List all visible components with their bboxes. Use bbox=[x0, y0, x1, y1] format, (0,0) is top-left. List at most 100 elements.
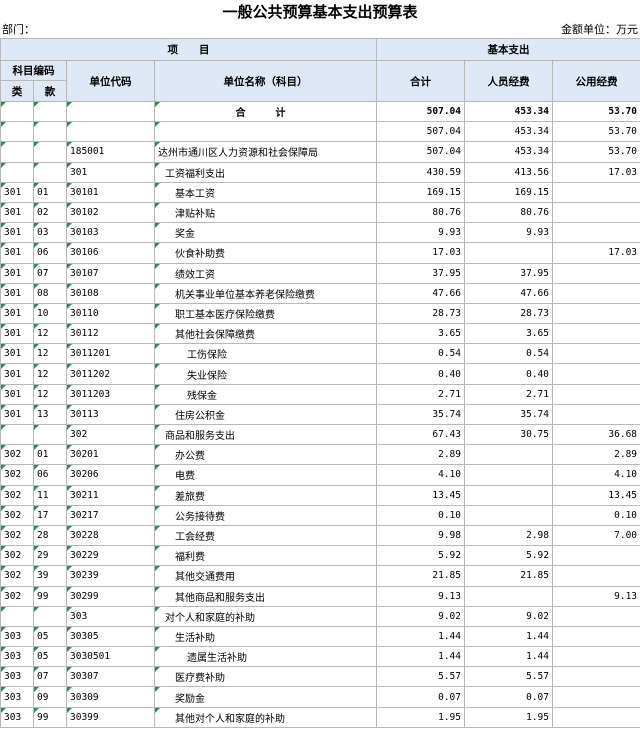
cell-unit-code: 3030501 bbox=[66, 646, 155, 668]
table-row: 301 12 30112 其他社会保障缴费 3.65 3.65 bbox=[0, 323, 640, 345]
cell-total: 21.85 bbox=[376, 565, 465, 587]
cell-total: 80.76 bbox=[376, 201, 465, 224]
cell-kuan: 05 bbox=[33, 625, 67, 648]
cell-kuan: 12 bbox=[33, 343, 67, 365]
cell-public: 53.70 bbox=[551, 100, 640, 123]
table-total-row: 合 计 507.04 453.34 53.70 bbox=[0, 100, 640, 123]
cell-personnel: 9.93 bbox=[464, 222, 553, 244]
cell-personnel: 2.71 bbox=[464, 383, 553, 405]
header-unit-name: 单位名称（科目） bbox=[154, 60, 377, 102]
cell-unit-code: 30110 bbox=[66, 302, 155, 325]
cell-unit-name: 机关事业单位基本养老保险缴费 bbox=[154, 282, 377, 304]
table-row: 302 11 30211 差旅费 13.45 13.45 bbox=[0, 484, 640, 506]
cell-unit-name: 生活补助 bbox=[154, 625, 377, 648]
cell-public bbox=[551, 605, 640, 627]
cell-unit-code: 3011202 bbox=[66, 363, 155, 385]
cell-personnel: 3.65 bbox=[464, 323, 553, 345]
cell-lei bbox=[0, 161, 34, 183]
cell-total: 4.10 bbox=[376, 464, 465, 486]
cell-kuan: 07 bbox=[33, 666, 67, 688]
cell-personnel: 35.74 bbox=[464, 403, 553, 426]
table-row: 301 工资福利支出 430.59 413.56 17.03 bbox=[0, 161, 640, 183]
cell-unit-code: 30217 bbox=[66, 504, 155, 526]
cell-unit-code: 30399 bbox=[66, 706, 155, 728]
table-row: 303 07 30307 医疗费补助 5.57 5.57 bbox=[0, 666, 640, 688]
cell-unit-code: 30101 bbox=[66, 181, 155, 203]
cell-personnel: 80.76 bbox=[464, 201, 553, 224]
cell-unit-code: 30201 bbox=[66, 444, 155, 466]
cell-public: 2.89 bbox=[551, 444, 640, 466]
cell-kuan: 12 bbox=[33, 323, 67, 345]
cell-kuan: 11 bbox=[33, 484, 67, 506]
cell-unit-name: 住房公积金 bbox=[154, 403, 377, 426]
table-row: 302 06 30206 电费 4.10 4.10 bbox=[0, 464, 640, 486]
table-row: 301 12 3011202 失业保险 0.40 0.40 bbox=[0, 363, 640, 385]
cell-unit-code: 30305 bbox=[66, 625, 155, 648]
cell-personnel bbox=[464, 484, 553, 506]
cell-lei: 301 bbox=[0, 383, 34, 405]
cell-unit-name: 对个人和家庭的补助 bbox=[154, 605, 377, 627]
cell-lei: 301 bbox=[0, 181, 34, 203]
header-personnel: 人员经费 bbox=[464, 60, 553, 102]
cell-unit-name: 工伤保险 bbox=[154, 343, 377, 365]
cell-personnel bbox=[464, 242, 553, 264]
cell-unit-name: 其他对个人和家庭的补助 bbox=[154, 706, 377, 728]
cell-kuan: 10 bbox=[33, 302, 67, 325]
cell-personnel: 0.54 bbox=[464, 343, 553, 365]
cell-total: 0.40 bbox=[376, 363, 465, 385]
cell-lei: 301 bbox=[0, 363, 34, 385]
cell-personnel: 0.07 bbox=[464, 686, 553, 708]
cell-unit-name: 职工基本医疗保险缴费 bbox=[154, 302, 377, 325]
header-kuan: 款 bbox=[33, 80, 67, 102]
cell-public: 17.03 bbox=[551, 161, 640, 183]
table-row: 302 28 30228 工会经费 9.98 2.98 7.00 bbox=[0, 524, 640, 547]
cell-total: 169.15 bbox=[376, 181, 465, 203]
table-row: 301 02 30102 津贴补贴 80.76 80.76 bbox=[0, 201, 640, 224]
cell-lei: 301 bbox=[0, 403, 34, 426]
cell-personnel bbox=[464, 464, 553, 486]
cell-personnel bbox=[464, 504, 553, 526]
cell-unit-code: 30309 bbox=[66, 686, 155, 708]
cell-total: 0.10 bbox=[376, 504, 465, 526]
cell-public bbox=[551, 323, 640, 345]
cell-personnel: 1.44 bbox=[464, 625, 553, 648]
cell-total: 37.95 bbox=[376, 262, 465, 284]
table-row: 301 08 30108 机关事业单位基本养老保险缴费 47.66 47.66 bbox=[0, 282, 640, 304]
cell-lei: 303 bbox=[0, 666, 34, 688]
cell-unit-name: 津贴补贴 bbox=[154, 201, 377, 224]
cell-total: 67.43 bbox=[376, 423, 465, 446]
page-title: 一般公共预算基本支出预算表 bbox=[222, 3, 418, 21]
cell-unit-code: 30239 bbox=[66, 565, 155, 587]
cell-unit-name: 遗属生活补助 bbox=[154, 646, 377, 668]
department-label: 部门： bbox=[2, 23, 35, 36]
cell-public bbox=[551, 383, 640, 405]
table-row: 301 01 30101 基本工资 169.15 169.15 bbox=[0, 181, 640, 203]
cell-personnel: 0.40 bbox=[464, 363, 553, 385]
table-row: 303 09 30309 奖励金 0.07 0.07 bbox=[0, 686, 640, 708]
cell-unit-name: 其他社会保障缴费 bbox=[154, 323, 377, 345]
cell-personnel: 5.57 bbox=[464, 666, 553, 688]
cell-kuan: 08 bbox=[33, 282, 67, 304]
cell-personnel: 1.95 bbox=[464, 706, 553, 728]
cell-kuan: 01 bbox=[33, 444, 67, 466]
cell-unit-name: 伙食补助费 bbox=[154, 242, 377, 264]
table-row: 303 对个人和家庭的补助 9.02 9.02 bbox=[0, 605, 640, 627]
cell-unit-name: 达州市通川区人力资源和社会保障局 bbox=[154, 141, 377, 163]
cell-public bbox=[551, 363, 640, 385]
cell-unit-name: 奖励金 bbox=[154, 686, 377, 708]
cell-lei bbox=[0, 141, 34, 163]
cell-total: 430.59 bbox=[376, 161, 465, 183]
cell-lei bbox=[0, 121, 34, 143]
table-row: 303 05 30305 生活补助 1.44 1.44 bbox=[0, 625, 640, 648]
cell-lei: 303 bbox=[0, 686, 34, 708]
cell-lei: 301 bbox=[0, 343, 34, 365]
cell-unit-code: 303 bbox=[66, 605, 155, 627]
cell-lei: 301 bbox=[0, 282, 34, 304]
cell-total: 5.57 bbox=[376, 666, 465, 688]
cell-unit-name: 工会经费 bbox=[154, 524, 377, 547]
table-row: 302 商品和服务支出 67.43 30.75 36.68 bbox=[0, 423, 640, 446]
cell-total: 1.95 bbox=[376, 706, 465, 728]
cell-personnel: 28.73 bbox=[464, 302, 553, 325]
cell-lei: 301 bbox=[0, 302, 34, 325]
cell-kuan bbox=[33, 141, 67, 163]
